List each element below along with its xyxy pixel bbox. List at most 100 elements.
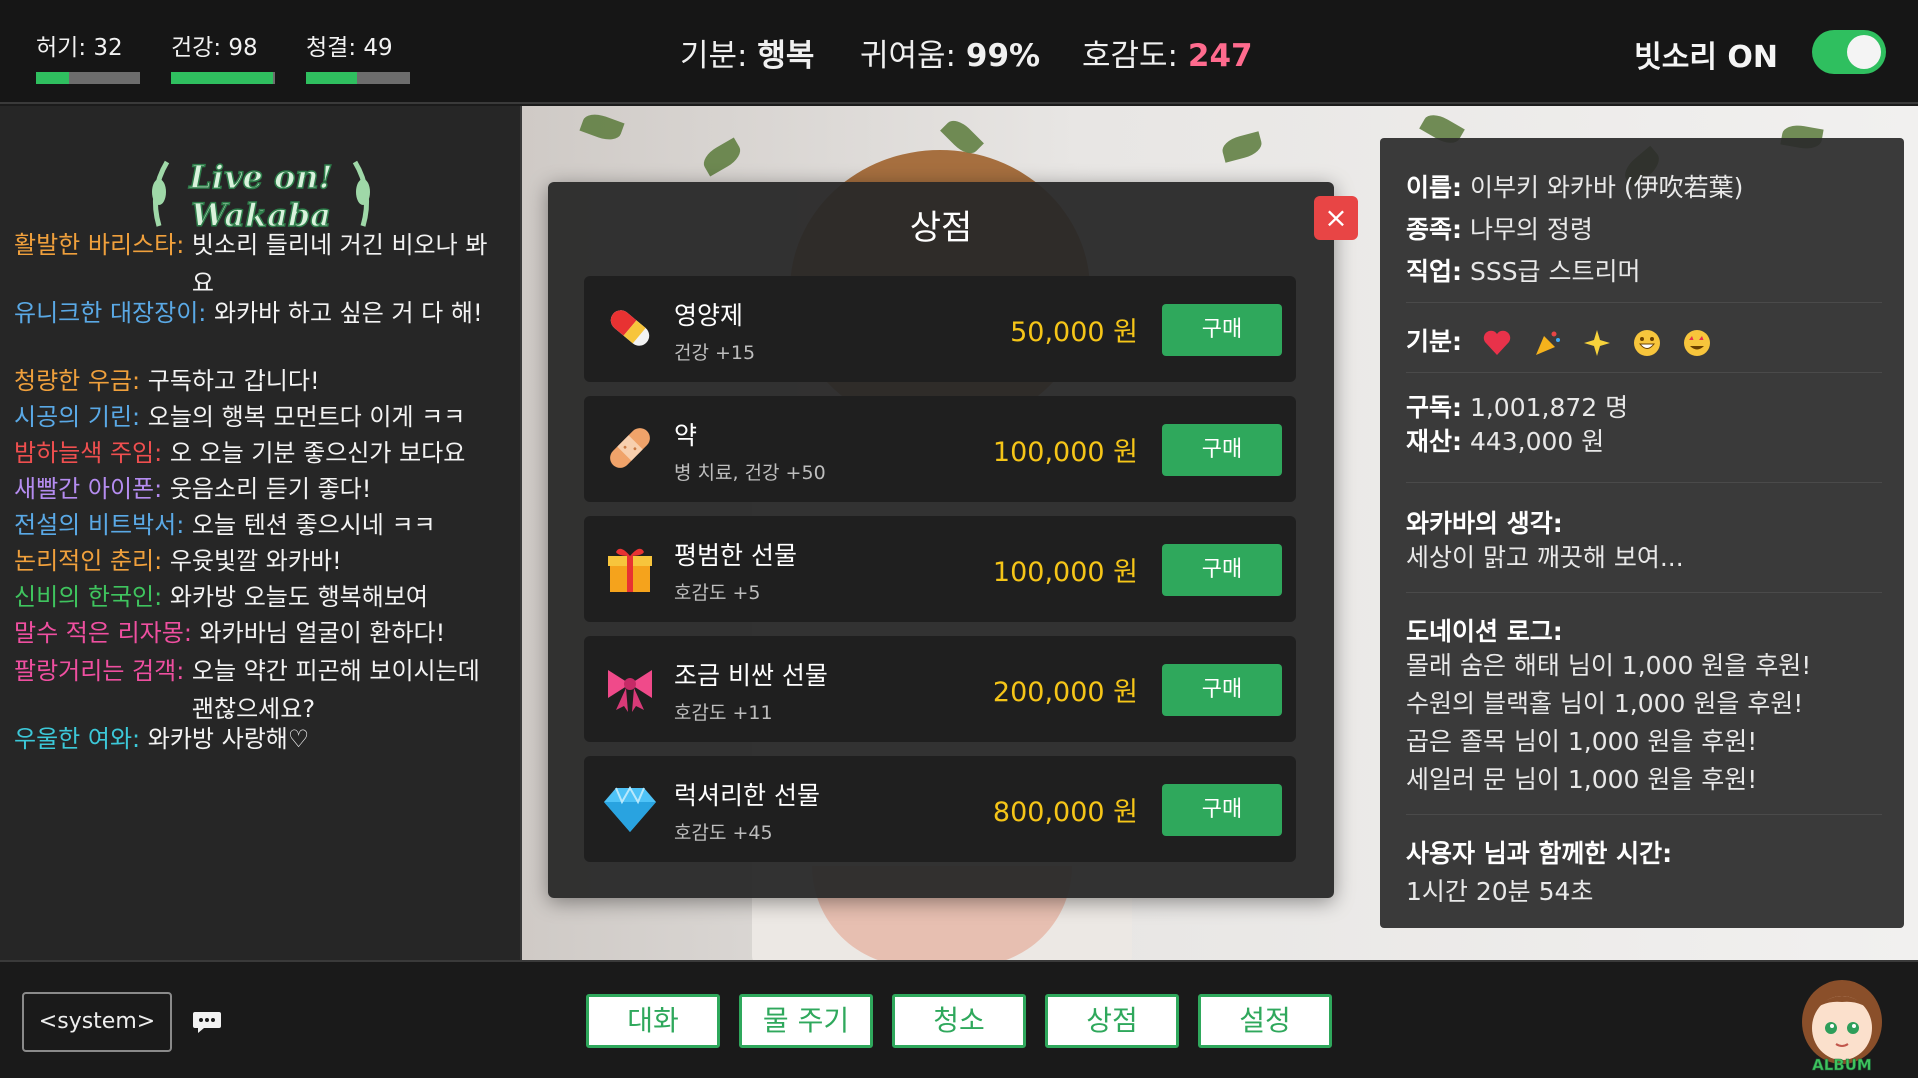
rain-sound-toggle[interactable] [1812,30,1886,74]
item-price: 200,000 원 [992,677,1138,708]
chat-text: 와카방 사랑해♡ [147,725,310,753]
cuteness-value: 99% [965,38,1041,74]
water-button[interactable]: 물 주기 [739,994,873,1048]
thought-text: 세상이 맑고 깨끗해 보여... [1406,543,1684,572]
thought-heading: 와카바의 생각: [1406,504,1563,540]
name-value: 이부키 와카바 (伊吹若葉) [1469,173,1744,202]
chat-panel: Live on! Wakaba 활발한 바리스타: 빗소리 들리네 거긴 비오나… [0,106,522,960]
pill-icon [610,310,650,346]
chat-nickname: 말수 적은 리자몽: [14,619,192,647]
job-value: SSS급 스트리머 [1469,257,1641,286]
chat-message: 전설의 비트박서: 오늘 텐션 좋으시네 ㅋㅋ [14,506,504,544]
health-label: 건강: 98 [171,35,258,61]
hunger-label: 허기: 32 [36,35,123,61]
item-price: 800,000 원 [992,797,1138,828]
game-screen: 허기: 32 건강: 98 청결: 49 기분: 행복 귀여움: 99% 호감도… [0,0,1918,1078]
chat-bubble-icon[interactable] [192,1010,222,1034]
mood-row-label: 기분: [1406,327,1462,356]
affinity-label: 호감도: [1082,38,1179,74]
talk-button[interactable]: 대화 [586,994,720,1048]
chat-nickname: 활발한 바리스타: [14,231,185,259]
buy-button[interactable]: 구매 [1162,544,1282,596]
item-name: 조금 비싼 선물 [674,661,828,690]
chat-message: 시공의 기린: 오늘의 행복 모먼트다 이게 ㅋㅋ [14,398,504,436]
item-desc: 호감도 +11 [674,702,773,724]
chat-text: 우윳빛깔 와카바! [169,547,342,575]
cleanliness-label: 청결: 49 [306,35,393,61]
cuteness-label: 귀여움: [860,38,957,74]
buy-button[interactable]: 구매 [1162,424,1282,476]
buy-button[interactable]: 구매 [1162,304,1282,356]
shop-button[interactable]: 상점 [1045,994,1179,1048]
diamond-icon [604,785,656,832]
affinity-value: 247 [1187,38,1253,74]
vine-leaf [579,109,625,145]
item-desc: 건강 +15 [674,342,756,364]
sparkles-icon [1583,330,1610,356]
name-row: 이름: 이부키 와카바 (伊吹若葉) [1406,168,1743,204]
time-heading: 사용자 님과 함께한 시간: [1406,834,1672,870]
mood-display: 기분: 행복 [680,30,814,75]
item-price: 100,000 원 [992,437,1138,468]
chat-text: 와카바님 얼굴이 환하다! [199,619,446,647]
mood-row: 기분: [1406,322,1712,358]
ribbon-icon [608,670,652,712]
shop-item-pricey-gift: 조금 비싼 선물 호감도 +11 200,000 원 구매 [584,636,1296,742]
grin-icon [1633,330,1660,356]
subscriber-label: 구독: [1406,393,1462,422]
divider [1406,814,1882,815]
chat-nickname: 전설의 비트박서: [14,511,185,539]
hunger-stat: 허기: 32 [36,28,144,84]
system-button[interactable]: <system> [22,992,172,1052]
buy-button[interactable]: 구매 [1162,664,1282,716]
item-name: 약 [674,421,698,450]
chat-nickname: 논리적인 춘리: [14,547,163,575]
toggle-knob [1847,35,1881,69]
divider [1406,592,1882,593]
bottom-bar: <system> 대화 물 주기 청소 상점 설정 ALBUM [0,960,1918,1078]
chat-nickname: 시공의 기린: [14,403,141,431]
time-label: 사용자 님과 함께한 시간: [1406,839,1673,868]
item-price: 100,000 원 [992,557,1138,588]
chat-nickname: 팔랑거리는 검객: [14,657,185,685]
bandage-icon [610,428,650,468]
chat-nickname: 밤하늘색 주임: [14,439,163,467]
chat-message: 새빨간 아이폰: 웃음소리 듣기 좋다! [14,470,504,508]
close-button[interactable]: × [1314,196,1358,240]
donation-heading: 도네이션 로그: [1406,612,1563,648]
race-label: 종족: [1406,215,1462,244]
time-value: 1시간 20분 54초 [1406,877,1594,906]
buy-button[interactable]: 구매 [1162,784,1282,836]
shop-item-medicine: 약 병 치료, 건강 +50 100,000 원 구매 [584,396,1296,502]
chat-text: 빗소리 들리네 거긴 비오나 봐요 [191,231,488,297]
race-value: 나무의 정령 [1469,215,1593,244]
rain-sound-label: 빗소리 ON [1634,40,1778,75]
affinity-display: 호감도: 247 [1082,30,1253,75]
divider [1406,482,1882,483]
cuteness-display: 귀여움: 99% [860,30,1040,75]
job-row: 직업: SSS급 스트리머 [1406,252,1641,288]
star-eyes-icon [1683,330,1710,356]
album-button[interactable]: ALBUM [1792,970,1892,1074]
chat-text: 웃음소리 듣기 좋다! [169,475,372,503]
shop-modal: 상점 × 영양제 건강 +15 50,000 원 구매 약 병 치료, 건강 +… [548,182,1358,898]
clean-button[interactable]: 청소 [892,994,1026,1048]
item-desc: 호감도 +45 [674,822,773,844]
donation-entry: 곱은 졸목 님이 1,000 원을 후원! [1406,727,1758,756]
character-info-panel: 이름: 이부키 와카바 (伊吹若葉) 종족: 나무의 정령 직업: SSS급 스… [1380,138,1904,928]
donation-label: 도네이션 로그: [1406,617,1563,646]
cleanliness-stat: 청결: 49 [306,28,414,84]
item-name: 평범한 선물 [674,541,797,570]
vine-leaf [1219,131,1265,163]
donation-entry: 세일러 문 님이 1,000 원을 후원! [1406,765,1758,794]
settings-button[interactable]: 설정 [1198,994,1332,1048]
health-bar-fill [171,72,273,84]
chat-text: 오늘 텐션 좋으시네 ㅋㅋ [191,511,436,539]
chat-message: 밤하늘색 주임: 오 오늘 기분 좋으신가 보다요 [14,434,504,472]
name-label: 이름: [1406,173,1462,202]
subscriber-row: 구독: 1,001,872 명 [1406,388,1628,424]
chat-text: 오늘 약간 피곤해 보이시는데 괜찮으세요? [191,657,480,723]
item-name: 영양제 [674,301,744,330]
mood-label: 기분: [680,38,748,74]
chat-text: 오늘의 행복 모먼트다 이게 ㅋㅋ [147,403,466,431]
